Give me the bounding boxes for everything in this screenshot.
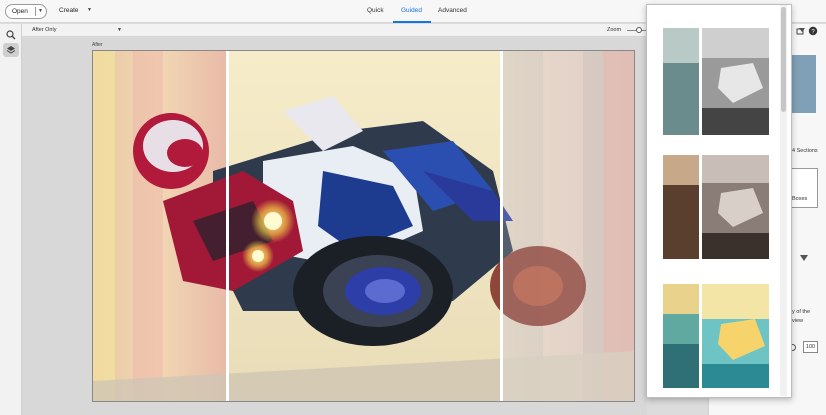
- canvas-area: After: [22, 38, 647, 415]
- view-bar: After Only ▼ Zoom: [22, 24, 647, 37]
- layers-tool[interactable]: [3, 43, 19, 57]
- chevron-down-icon[interactable]: ▼: [117, 27, 122, 33]
- sections-label: 4 Sections: [792, 148, 818, 154]
- description-line-2: view: [792, 318, 804, 324]
- help-icon[interactable]: ?: [808, 26, 818, 36]
- layout-option[interactable]: [790, 168, 818, 208]
- tab-quick[interactable]: Quick: [367, 7, 384, 14]
- zoom-label: Zoom: [607, 27, 622, 33]
- chevron-down-icon[interactable]: ▼: [87, 7, 92, 13]
- tab-advanced[interactable]: Advanced: [438, 7, 467, 14]
- open-label: Open: [12, 8, 28, 15]
- chevron-down-icon[interactable]: ▼: [38, 8, 43, 14]
- zoom-tool[interactable]: [3, 28, 19, 42]
- search-icon: [6, 30, 16, 40]
- preview-thumbnail: [792, 55, 816, 113]
- zoom-slider-handle[interactable]: [636, 27, 642, 33]
- description-line-1: y of the: [792, 309, 811, 315]
- create-button[interactable]: Create: [59, 7, 79, 14]
- divider: [35, 7, 36, 16]
- export-icon[interactable]: [796, 27, 804, 35]
- popup-scrollbar-thumb[interactable]: [781, 7, 786, 112]
- active-tab-indicator: [393, 21, 431, 23]
- style-picker-popup: [646, 4, 792, 398]
- after-label: After: [92, 42, 103, 48]
- open-button[interactable]: Open ▼: [5, 4, 47, 19]
- chevron-down-icon[interactable]: [799, 254, 809, 262]
- tab-guided[interactable]: Guided: [401, 7, 422, 14]
- style-thumbnail[interactable]: [663, 28, 769, 135]
- left-toolbar: [0, 24, 22, 415]
- style-thumbnail[interactable]: [663, 155, 769, 259]
- value-field[interactable]: 100: [803, 341, 818, 353]
- layers-icon: [6, 46, 16, 54]
- photo-image: [92, 50, 635, 402]
- style-thumbnail[interactable]: [663, 284, 769, 388]
- view-select[interactable]: After Only: [32, 27, 56, 33]
- boxes-label: Boxes: [792, 196, 808, 202]
